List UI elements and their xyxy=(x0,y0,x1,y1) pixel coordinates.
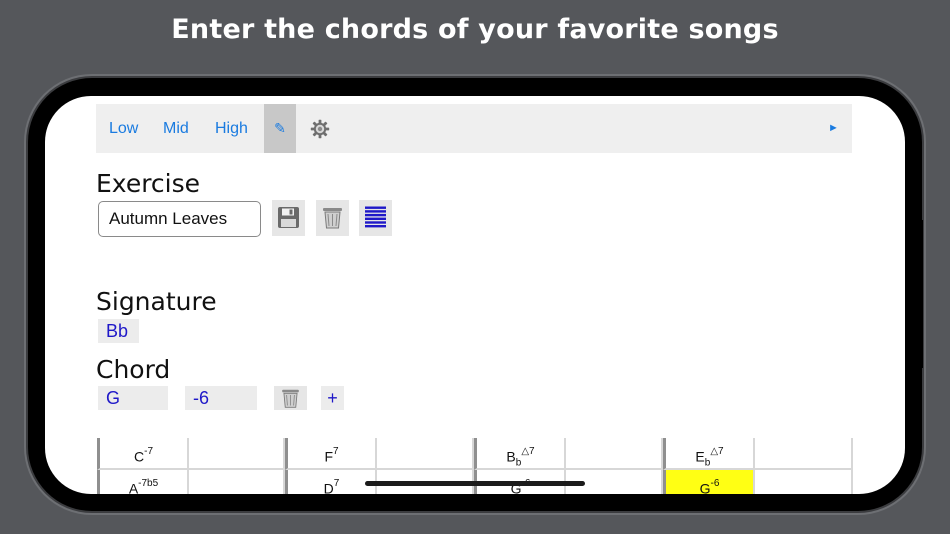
trash-icon xyxy=(282,389,299,408)
chord-root: C xyxy=(133,448,145,465)
delete-exercise-button[interactable] xyxy=(316,200,349,236)
chord-cell[interactable]: F7 xyxy=(285,438,377,470)
chord-cell[interactable]: Eb△7 xyxy=(663,438,755,470)
chord-heading: Chord xyxy=(96,355,171,384)
save-button[interactable] xyxy=(272,200,305,236)
add-chord-button[interactable]: + xyxy=(321,386,344,410)
edit-pencil-icon[interactable]: ✎ xyxy=(264,104,296,153)
list-lines-icon xyxy=(365,206,386,228)
chord-accidental: b xyxy=(515,457,522,469)
chord-cell[interactable] xyxy=(377,438,474,470)
home-indicator xyxy=(365,481,585,486)
chord-root: A xyxy=(128,480,139,494)
chord-root: E xyxy=(695,448,705,465)
signature-selector[interactable]: Bb xyxy=(98,319,139,343)
chord-extension: -7b5 xyxy=(138,478,159,489)
chord-cell[interactable] xyxy=(755,438,853,470)
chord-cell[interactable] xyxy=(566,438,663,470)
app-screen: Low Mid High ✎ ► Exercise Autumn Leaves … xyxy=(45,96,905,494)
chord-cell[interactable] xyxy=(189,438,285,470)
toolbar: Low Mid High ✎ ► xyxy=(96,104,852,153)
chord-extension: △7 xyxy=(521,446,535,457)
chord-cell-selected[interactable]: G-6 xyxy=(663,470,755,494)
trash-icon xyxy=(323,208,342,229)
exercise-heading: Exercise xyxy=(96,169,201,198)
exercise-name-field[interactable] xyxy=(98,201,261,237)
promo-headline: Enter the chords of your favorite songs xyxy=(171,14,779,45)
mid-button[interactable]: Mid xyxy=(163,104,189,153)
chord-root: F xyxy=(324,448,333,465)
chord-extension: -7 xyxy=(144,446,154,457)
chord-cell[interactable]: C-7 xyxy=(97,438,189,470)
chord-cell[interactable]: A-7b5 xyxy=(97,470,189,494)
chord-root: D xyxy=(323,480,334,494)
low-button[interactable]: Low xyxy=(109,104,138,153)
gear-icon[interactable] xyxy=(310,119,330,139)
chord-list-button[interactable] xyxy=(359,200,392,236)
chord-cell[interactable]: D7 xyxy=(285,470,377,494)
chord-root-selector[interactable]: G xyxy=(98,386,168,410)
signature-heading: Signature xyxy=(96,287,217,316)
chord-extension: 7 xyxy=(333,478,340,489)
delete-chord-button[interactable] xyxy=(274,386,307,410)
chord-root: G xyxy=(699,480,711,494)
chord-extension: △7 xyxy=(710,446,724,457)
high-button[interactable]: High xyxy=(215,104,248,153)
chord-root: B xyxy=(506,448,516,465)
chord-extension: -6 xyxy=(710,478,720,489)
play-icon[interactable]: ► xyxy=(828,104,839,153)
chord-grid-row: C-7 F7 Bb△7 Eb△7 xyxy=(97,438,853,470)
chord-quality-selector[interactable]: -6 xyxy=(185,386,257,410)
chord-cell[interactable] xyxy=(189,470,285,494)
floppy-icon xyxy=(278,207,299,228)
chord-cell[interactable]: Bb△7 xyxy=(474,438,566,470)
chord-extension: 7 xyxy=(333,446,339,457)
chord-cell[interactable] xyxy=(755,470,853,494)
chord-accidental: b xyxy=(704,457,711,469)
